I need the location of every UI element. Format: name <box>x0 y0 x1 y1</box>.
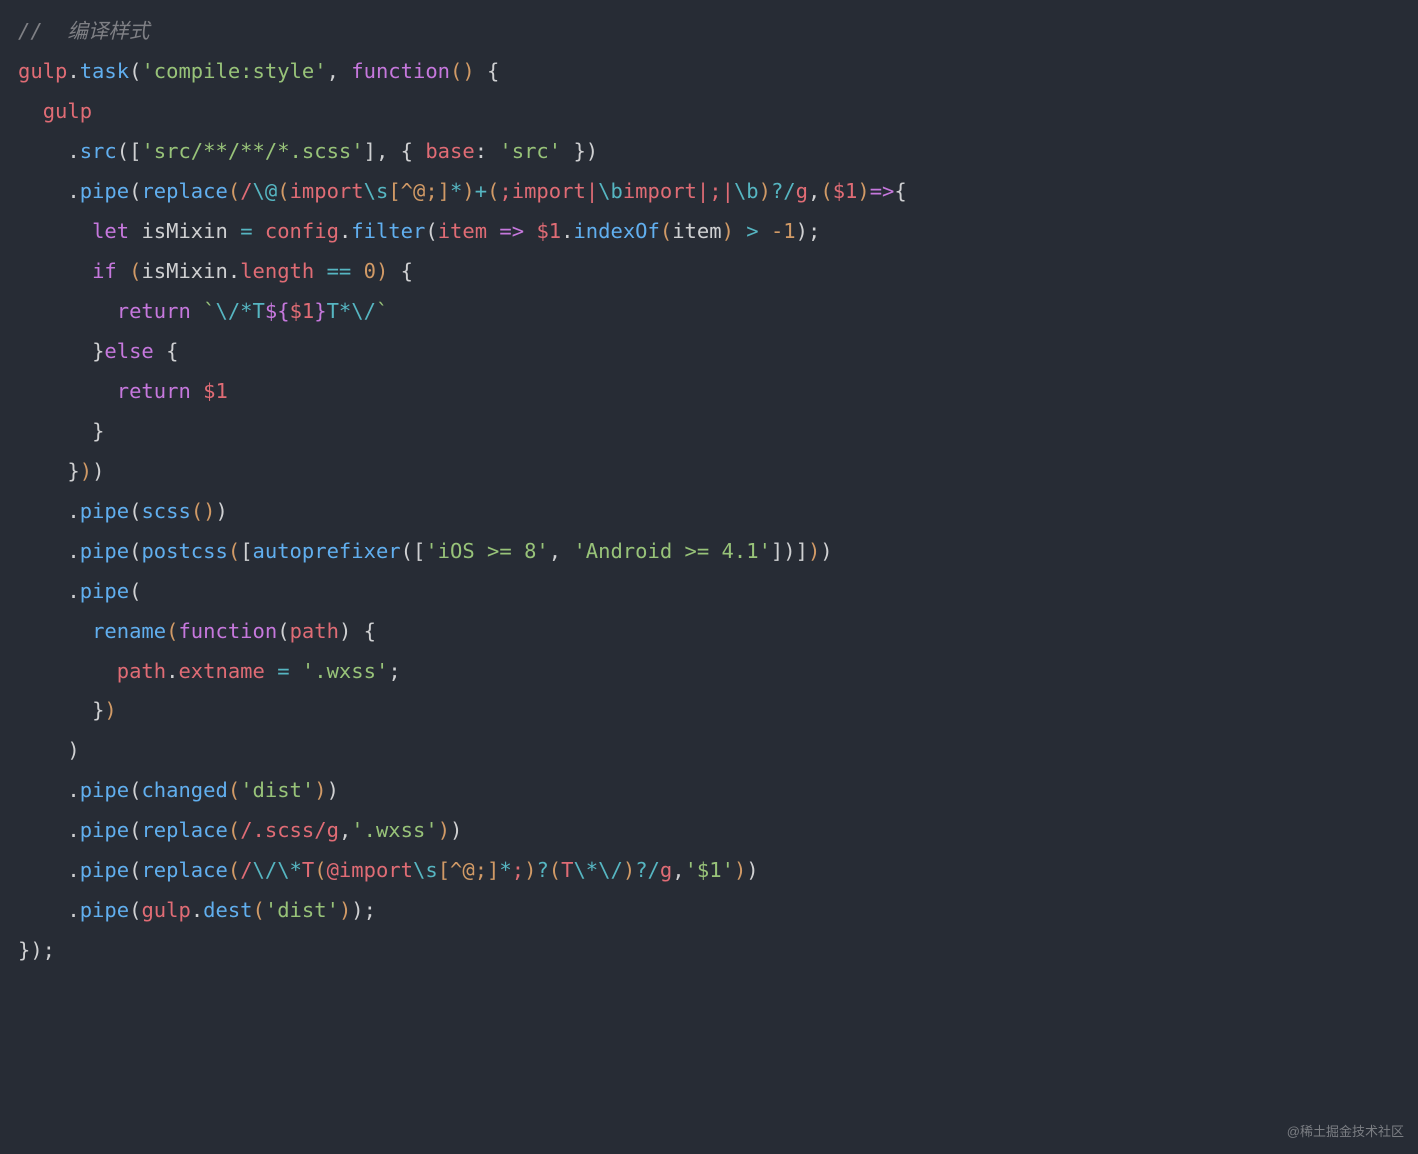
comment-line: // 编译样式 <box>18 19 149 43</box>
method-pipe-1: pipe <box>80 179 129 203</box>
method-filter: filter <box>351 219 425 243</box>
method-pipe-8: pipe <box>80 898 129 922</box>
fn-replace-3: replace <box>141 858 227 882</box>
regex-3: /\/\*T(@import\s[^@;]*;)?(T\*\/)?/g <box>240 858 672 882</box>
method-pipe-6: pipe <box>80 818 129 842</box>
template-literal: `\/*T${$1}T*\/` <box>203 299 388 323</box>
method-pipe-7: pipe <box>80 858 129 882</box>
code-block: // 编译样式 gulp.task('compile:style', funct… <box>0 0 1418 983</box>
string-dist-1: 'dist' <box>240 778 314 802</box>
method-pipe-3: pipe <box>80 539 129 563</box>
kw-return-1: return <box>117 299 191 323</box>
arrow: => <box>870 179 895 203</box>
regex-2: /.scss/g <box>240 818 339 842</box>
string-taskname: 'compile:style' <box>141 59 326 83</box>
string-wxss: '.wxss' <box>302 659 388 683</box>
fn-postcss: postcss <box>141 539 227 563</box>
string-ios: 'iOS >= 8' <box>425 539 548 563</box>
string-wxss2: '.wxss' <box>351 818 437 842</box>
prop-base: base <box>425 139 474 163</box>
fn-replace-1: replace <box>141 179 227 203</box>
method-pipe-5: pipe <box>80 778 129 802</box>
param-dollar1: $1 <box>833 179 858 203</box>
kw-return-2: return <box>117 379 191 403</box>
kw-function: function <box>351 59 450 83</box>
fn-autoprefixer: autoprefixer <box>253 539 401 563</box>
var-ismixin: isMixin <box>141 219 227 243</box>
method-dest: dest <box>203 898 252 922</box>
string-srcglob: 'src/**/**/*.scss' <box>141 139 363 163</box>
ident-gulp: gulp <box>18 59 67 83</box>
ident-config: config <box>265 219 339 243</box>
param-path: path <box>290 619 339 643</box>
method-indexof: indexOf <box>573 219 659 243</box>
method-pipe-2: pipe <box>80 499 129 523</box>
fn-replace-2: replace <box>141 818 227 842</box>
fn-scss: scss <box>141 499 190 523</box>
kw-else: else <box>104 339 153 363</box>
prop-extname: extname <box>178 659 264 683</box>
string-dist-2: 'dist' <box>265 898 339 922</box>
fn-rename: rename <box>92 619 166 643</box>
string-baseval: 'src' <box>499 139 561 163</box>
num-zero: 0 <box>364 259 376 283</box>
method-src: src <box>80 139 117 163</box>
kw-let: let <box>92 219 129 243</box>
string-android: 'Android >= 4.1' <box>573 539 770 563</box>
string-dollar1: '$1' <box>685 858 734 882</box>
watermark: @稀土掘金技术社区 <box>1287 1119 1404 1144</box>
method-pipe-4: pipe <box>80 579 129 603</box>
prop-length: length <box>240 259 314 283</box>
num-minus1: -1 <box>771 219 796 243</box>
regex-1: /\@(import\s[^@;]*)+(;import|\bimport|;|… <box>240 179 808 203</box>
param-item: item <box>438 219 487 243</box>
fn-changed: changed <box>141 778 227 802</box>
method-task: task <box>80 59 129 83</box>
kw-if: if <box>92 259 117 283</box>
ident-gulp2: gulp <box>43 99 92 123</box>
